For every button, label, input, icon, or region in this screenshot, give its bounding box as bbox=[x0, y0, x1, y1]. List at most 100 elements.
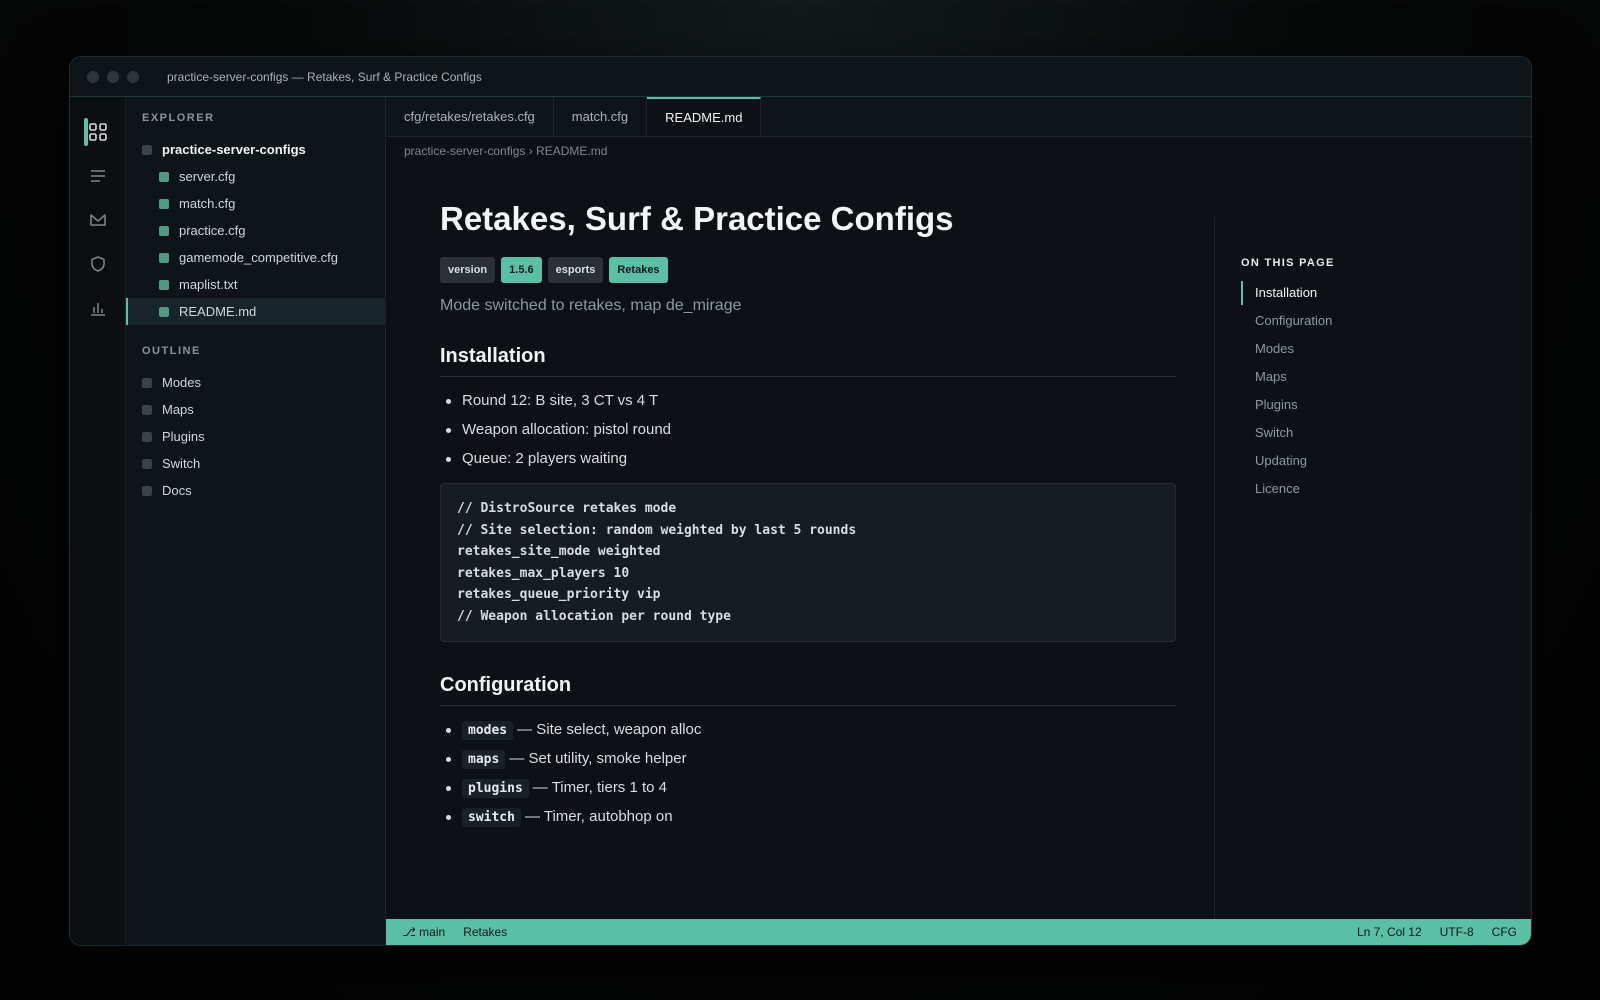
mail-icon[interactable] bbox=[86, 208, 110, 232]
list-item: switch — Timer, autobhop on bbox=[440, 802, 1176, 831]
outline-list-icon[interactable] bbox=[86, 164, 110, 188]
file-label: README.md bbox=[179, 304, 257, 319]
toc-item-plugins[interactable]: Plugins bbox=[1241, 393, 1298, 417]
outline-label: Maps bbox=[162, 402, 194, 417]
version-value-badge: 1.5.6 bbox=[501, 257, 542, 283]
outline-symbol-icon bbox=[142, 485, 152, 496]
outline-item[interactable]: Switch bbox=[126, 450, 385, 477]
file-label: server.cfg bbox=[179, 169, 236, 184]
inline-code: maps bbox=[462, 750, 506, 769]
encoding-indicator[interactable]: UTF-8 bbox=[1440, 925, 1474, 939]
installation-heading: Installation bbox=[440, 345, 1176, 377]
editor-area: cfg/retakes/retakes.cfg match.cfg README… bbox=[386, 97, 1531, 945]
list-item: plugins — Timer, tiers 1 to 4 bbox=[440, 773, 1176, 802]
code-line: retakes_max_players 10 bbox=[457, 565, 630, 581]
configuration-list: modes — Site select, weapon alloc maps — S… bbox=[440, 715, 1176, 831]
toc-item-modes[interactable]: Modes bbox=[1241, 337, 1294, 361]
markdown-preview: Retakes, Surf & Practice Configs version… bbox=[440, 197, 1176, 831]
cursor-position[interactable]: Ln 7, Col 12 bbox=[1357, 925, 1422, 939]
toc-item-configuration[interactable]: Configuration bbox=[1241, 309, 1332, 333]
tab-match-cfg[interactable]: match.cfg bbox=[554, 97, 648, 136]
file-item[interactable]: practice.cfg bbox=[126, 217, 385, 244]
code-line: retakes_site_mode weighted bbox=[457, 544, 661, 559]
outline-item[interactable]: Docs bbox=[126, 477, 385, 504]
outline-item[interactable]: Maps bbox=[126, 396, 385, 423]
code-line: retakes_queue_priority vip bbox=[457, 587, 661, 602]
title-bar: practice-server-configs — Retakes, Surf … bbox=[70, 57, 1531, 97]
outline-symbol-icon bbox=[142, 404, 152, 415]
toc-item-maps[interactable]: Maps bbox=[1241, 365, 1287, 389]
file-item-selected[interactable]: README.md bbox=[126, 298, 385, 325]
file-item[interactable]: match.cfg bbox=[126, 190, 385, 217]
page-title: Retakes, Surf & Practice Configs bbox=[440, 200, 954, 237]
list-item: modes — Site select, weapon alloc bbox=[440, 715, 1176, 744]
inline-code: switch bbox=[462, 808, 521, 827]
inline-code: plugins bbox=[462, 779, 529, 798]
close-window-button[interactable] bbox=[87, 70, 99, 83]
breadcrumb[interactable]: practice-server-configs › README.md bbox=[404, 144, 607, 158]
file-label: practice.cfg bbox=[179, 223, 246, 238]
file-icon bbox=[159, 279, 169, 290]
list-item: Weapon allocation: pistol round bbox=[440, 415, 1176, 444]
outline-item[interactable]: Modes bbox=[126, 369, 385, 396]
configuration-heading: Configuration bbox=[440, 674, 1176, 706]
tab-bar: cfg/retakes/retakes.cfg match.cfg README… bbox=[386, 97, 1531, 137]
file-icon bbox=[159, 171, 169, 182]
sidebar: EXPLORER practice-server-configs server.… bbox=[126, 97, 386, 945]
toc-item-installation[interactable]: Installation bbox=[1241, 281, 1317, 305]
list-item: maps — Set utility, smoke helper bbox=[440, 744, 1176, 773]
outline-title: OUTLINE bbox=[142, 345, 201, 357]
file-icon bbox=[159, 252, 169, 263]
list-item-text: — Timer, autobhop on bbox=[524, 808, 673, 825]
file-label: gamemode_competitive.cfg bbox=[179, 250, 338, 265]
inline-code: modes bbox=[462, 721, 514, 740]
list-item: Round 12: B site, 3 CT vs 4 T bbox=[440, 386, 1176, 415]
git-branch-icon: ⎇ bbox=[402, 925, 416, 939]
outline-label: Switch bbox=[162, 456, 201, 471]
code-line: // DistroSource retakes mode bbox=[457, 501, 677, 516]
tab-readme[interactable]: README.md bbox=[647, 97, 762, 136]
file-label: maplist.txt bbox=[179, 277, 238, 292]
category-badge: esports bbox=[547, 257, 604, 283]
file-item[interactable]: maplist.txt bbox=[126, 271, 385, 298]
toc-item-switch[interactable]: Switch bbox=[1241, 421, 1293, 445]
toc-item-licence[interactable]: Licence bbox=[1241, 477, 1300, 501]
outline-item[interactable]: Plugins bbox=[126, 423, 385, 450]
branch-name: main bbox=[419, 925, 446, 939]
version-label-badge: version bbox=[440, 257, 496, 283]
table-of-contents: ON THIS PAGE Installation Configuration … bbox=[1214, 217, 1495, 919]
code-line: // Site selection: random weighted by la… bbox=[457, 522, 857, 538]
file-item[interactable]: gamemode_competitive.cfg bbox=[126, 244, 385, 271]
shield-icon[interactable] bbox=[86, 252, 110, 276]
editor-window: practice-server-configs — Retakes, Surf … bbox=[69, 56, 1532, 946]
tree-root-folder[interactable]: practice-server-configs bbox=[126, 136, 385, 163]
doc-subtitle: Mode switched to retakes, map de_mirage bbox=[440, 297, 742, 314]
mode-badge: Retakes bbox=[609, 257, 668, 283]
list-item-text: — Timer, tiers 1 to 4 bbox=[532, 779, 668, 796]
code-block: // DistroSource retakes mode // Site sel… bbox=[440, 483, 1176, 642]
badge-row: version 1.5.6 esports Retakes bbox=[440, 257, 1176, 283]
file-icon bbox=[159, 306, 169, 317]
bar-chart-icon[interactable] bbox=[86, 296, 110, 320]
code-line: // Weapon allocation per round type bbox=[457, 608, 731, 624]
branch-indicator[interactable]: ⎇ main bbox=[402, 925, 445, 939]
toc-item-updating[interactable]: Updating bbox=[1241, 449, 1307, 473]
window-controls bbox=[87, 70, 139, 83]
outline-label: Docs bbox=[162, 483, 192, 498]
file-icon bbox=[159, 198, 169, 209]
outline-symbol-icon bbox=[142, 431, 152, 442]
installation-list: Round 12: B site, 3 CT vs 4 T Weapon all… bbox=[440, 386, 1176, 473]
outline-symbol-icon bbox=[142, 458, 152, 469]
outline-label: Plugins bbox=[162, 429, 205, 444]
explorer-grid-icon[interactable] bbox=[84, 118, 110, 146]
mode-indicator[interactable]: Retakes bbox=[463, 925, 507, 939]
minimize-window-button[interactable] bbox=[107, 70, 119, 83]
file-item[interactable]: server.cfg bbox=[126, 163, 385, 190]
window-title: practice-server-configs — Retakes, Surf … bbox=[167, 69, 482, 84]
explorer-title: EXPLORER bbox=[142, 112, 215, 124]
list-item-text: — Set utility, smoke helper bbox=[509, 750, 687, 767]
language-indicator[interactable]: CFG bbox=[1492, 925, 1517, 939]
file-label: match.cfg bbox=[179, 196, 236, 211]
tab-retakes-cfg[interactable]: cfg/retakes/retakes.cfg bbox=[386, 97, 554, 136]
maximize-window-button[interactable] bbox=[127, 70, 139, 83]
